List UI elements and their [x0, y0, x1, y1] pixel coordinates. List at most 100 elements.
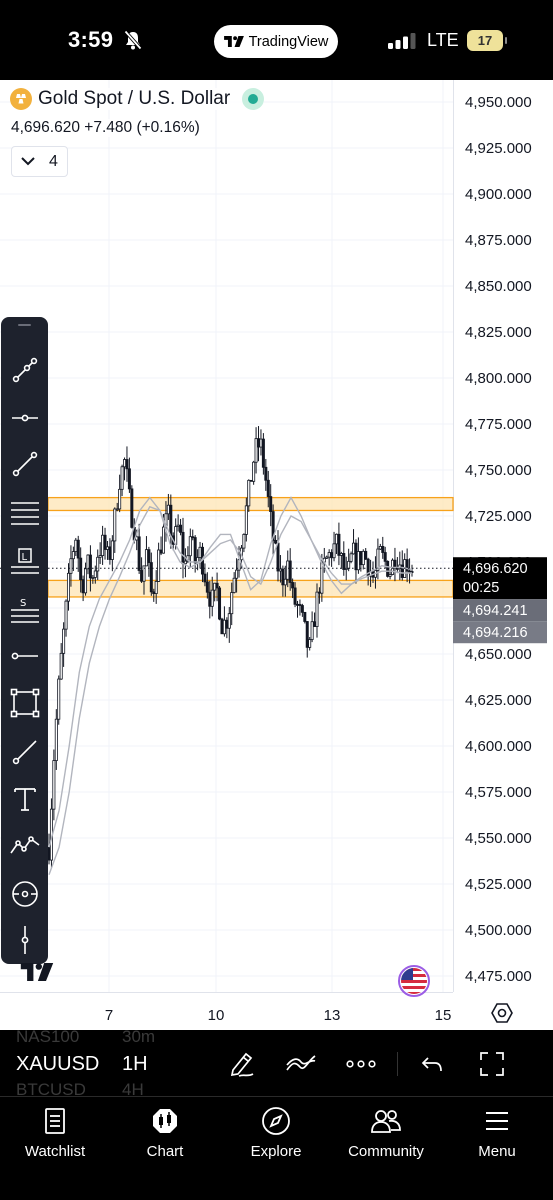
candle-body [71, 551, 75, 560]
candle-body [313, 621, 317, 627]
fib-retracement-icon[interactable] [8, 496, 41, 529]
candle-body [347, 560, 351, 569]
rectangle-icon[interactable] [8, 686, 41, 719]
x-tick-label: 10 [208, 1007, 225, 1024]
symbol-title: Gold Spot / U.S. Dollar [38, 88, 231, 109]
candle-body [159, 549, 163, 554]
candle-body [291, 582, 295, 589]
fullscreen-button[interactable] [476, 1048, 508, 1080]
nav-menu[interactable]: Menu [442, 1105, 552, 1160]
price-chart[interactable]: 4,950.000 4,925.000 4,900.000 4,875.000 4,85… [0, 80, 553, 1030]
y-tick-label: 4,825.000 [465, 324, 532, 341]
candle-body [179, 524, 183, 533]
trend-tools-icon[interactable] [8, 353, 41, 386]
toolbar-drag-handle[interactable] [18, 324, 31, 326]
candle-body [308, 639, 312, 648]
bar-countdown-label: 00:25 [463, 580, 499, 596]
fullscreen-icon [480, 1052, 504, 1076]
candle-body [181, 531, 185, 565]
candle-body [252, 461, 256, 482]
ray-line-icon[interactable] [8, 735, 41, 768]
candle-body [69, 558, 73, 574]
support-resistance-zone[interactable] [47, 496, 454, 512]
candle-body [244, 505, 248, 535]
candle-body [79, 557, 83, 581]
ghost-symbol-1: NAS100 [16, 1030, 80, 1046]
ghost-symbol-2: BTCUSD [16, 1080, 86, 1096]
horizontal-ray-icon[interactable] [8, 401, 41, 434]
indicators-collapse-button[interactable]: 4 [11, 146, 68, 177]
candle-body [266, 479, 270, 497]
candle-body [174, 526, 178, 545]
ghost-interval-1: 30m [122, 1030, 156, 1046]
nav-chart[interactable]: Chart [110, 1105, 220, 1160]
candle-body [332, 543, 336, 559]
symbol-header[interactable]: Gold Spot / U.S. Dollar [10, 88, 265, 110]
candle-body [320, 561, 324, 594]
interval-button[interactable]: 1H [122, 1053, 148, 1076]
tradingview-app-pill[interactable]: TradingView [214, 25, 338, 58]
cellular-signal-icon [388, 33, 416, 49]
pen-icon [230, 1052, 254, 1077]
candle-body [386, 560, 390, 577]
y-tick-label: 4,625.000 [465, 692, 532, 709]
candle-body [286, 560, 290, 580]
candle-body [300, 605, 304, 613]
candle-body [354, 542, 358, 571]
battery-level: 17 [477, 33, 493, 48]
candle-body [91, 577, 95, 579]
nav-label-community: Community [348, 1143, 424, 1160]
axis-settings-icon[interactable] [491, 1002, 513, 1024]
candle-body [162, 526, 166, 554]
symbol-search-button[interactable]: XAUUSD [16, 1053, 99, 1076]
candle-body [218, 587, 222, 620]
candle-body [356, 551, 360, 571]
nav-community[interactable]: Community [331, 1105, 441, 1160]
vertical-line-icon[interactable] [8, 923, 41, 956]
candle-body [361, 550, 365, 566]
chart-area[interactable]: 4,950.000 4,925.000 4,900.000 4,875.000 4,85… [0, 80, 553, 1030]
candle-body [198, 546, 202, 558]
y-tick-label: 4,725.000 [465, 508, 532, 525]
measure-tool-icon[interactable] [8, 877, 41, 910]
horizontal-line-icon[interactable] [8, 639, 41, 672]
text-tool-icon[interactable] [8, 782, 41, 815]
y-tick-label: 4,475.000 [465, 968, 532, 985]
candle-body [140, 570, 144, 582]
more-dots-icon [346, 1060, 376, 1068]
candle-body [81, 579, 85, 594]
more-options-button[interactable] [345, 1048, 377, 1080]
candle-body [317, 591, 321, 594]
tradingview-watermark-icon [20, 957, 54, 988]
candle-body [232, 577, 236, 593]
y-tick-label: 4,550.000 [465, 830, 532, 847]
y-tick-label: 4,500.000 [465, 922, 532, 939]
candle-body [191, 536, 195, 539]
undo-button[interactable] [416, 1048, 448, 1080]
bottom-navigation: Watchlist Chart Explore Community Menu [0, 1096, 553, 1200]
indicators-button[interactable] [285, 1048, 317, 1080]
pattern-tool-icon[interactable] [8, 829, 41, 862]
candle-body [76, 539, 80, 559]
y-tick-label: 4,800.000 [465, 370, 532, 387]
svg-text:S: S [20, 598, 26, 609]
trend-line-icon[interactable] [8, 447, 41, 480]
drawing-mode-button[interactable] [226, 1048, 258, 1080]
nav-explore[interactable]: Explore [221, 1105, 331, 1160]
candle-body [334, 533, 338, 545]
candle-body [120, 466, 124, 490]
us-flag-icon[interactable] [398, 965, 430, 997]
candle-body [103, 534, 107, 550]
candle-body [283, 578, 287, 586]
candle-body [137, 536, 141, 571]
nav-watchlist[interactable]: Watchlist [0, 1105, 110, 1160]
short-position-icon[interactable]: S [8, 593, 41, 626]
candle-body [327, 552, 331, 558]
long-position-icon[interactable]: L [8, 544, 41, 577]
candle-body [259, 438, 263, 448]
candle-body [210, 589, 214, 607]
candle-body [225, 619, 229, 629]
candle-body [208, 591, 212, 607]
candle-body [154, 581, 158, 594]
network-type: LTE [427, 30, 459, 50]
